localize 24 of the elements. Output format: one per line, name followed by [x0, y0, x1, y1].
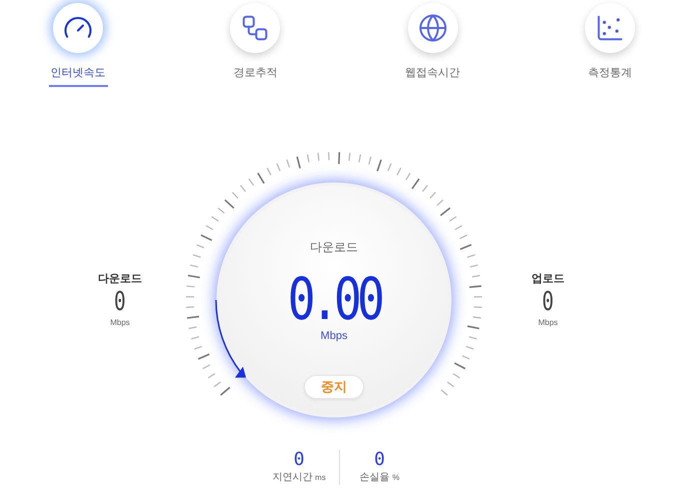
tab[interactable]: 인터넷속도	[23, 0, 133, 88]
stat-unit: Mbps	[110, 317, 130, 330]
stat-unit: Mbps	[538, 317, 558, 330]
metric-label: 지연시간 ms	[272, 471, 326, 485]
stat-value: 0	[114, 287, 126, 318]
tab-label: 측정통계	[586, 66, 633, 81]
metric-value: 0	[374, 450, 385, 470]
tab-label: 웹접속시간	[404, 66, 462, 81]
stat-label: 다운로드	[98, 272, 142, 287]
gauge-title: 다운로드	[310, 239, 358, 256]
tab-label: 인터넷속도	[48, 65, 108, 86]
tab[interactable]: 웹접속시간	[378, 0, 488, 88]
stat-label: 업로드	[532, 272, 564, 287]
stat-value: 0	[542, 287, 554, 318]
speed-value: 0.00	[288, 270, 380, 328]
speed-unit: Mbps	[320, 329, 348, 344]
tab[interactable]: 측정통계	[554, 0, 665, 88]
metric-value: 0	[294, 450, 304, 470]
metric-label: 손실율 %	[360, 471, 400, 485]
tab-label: 경로추적	[232, 66, 278, 81]
route-icon	[240, 13, 270, 43]
tab[interactable]: 경로추적	[200, 0, 310, 88]
globe-icon	[418, 13, 448, 43]
stats-icon	[594, 13, 625, 43]
